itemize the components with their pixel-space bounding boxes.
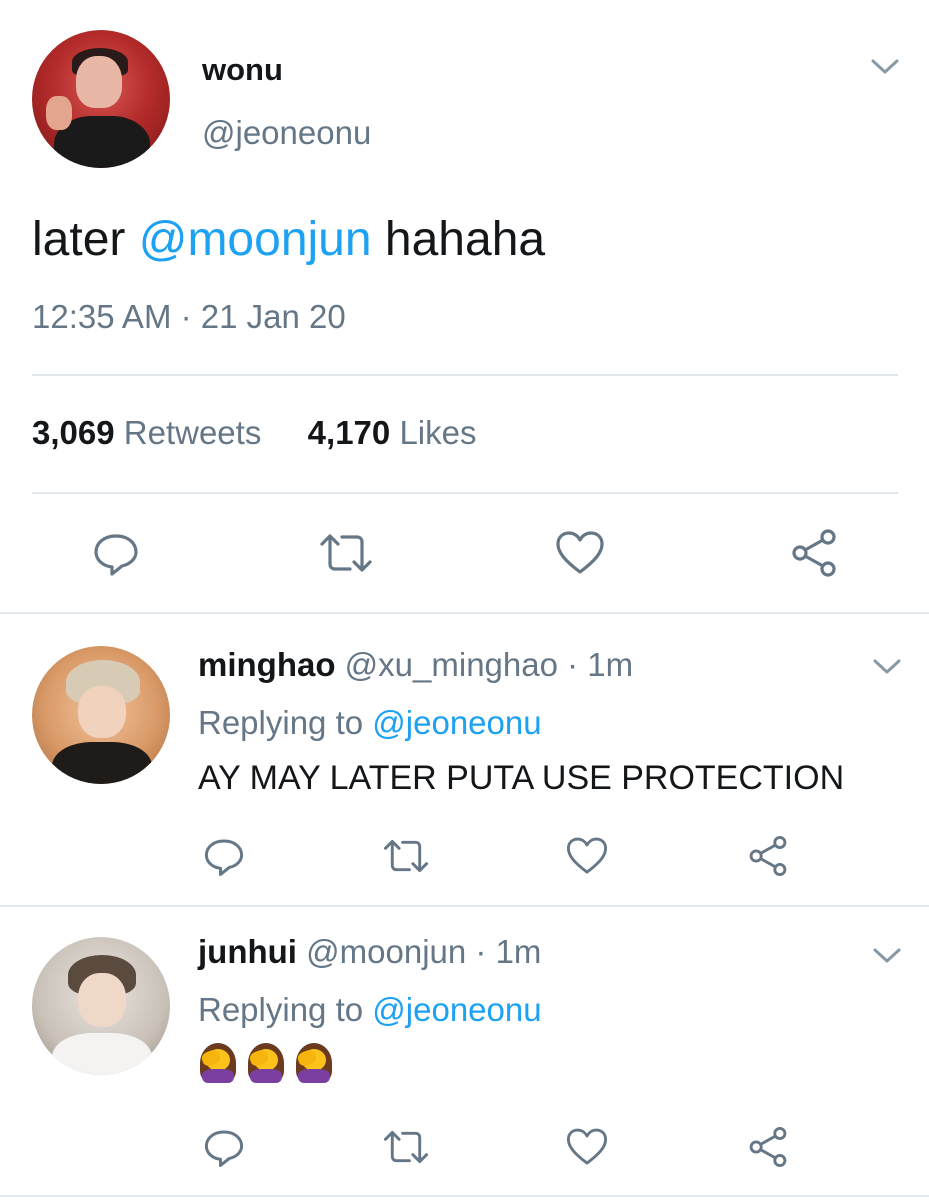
replying-to-handle[interactable]: @jeoneonu	[372, 991, 541, 1028]
retweet-icon	[383, 839, 429, 873]
chevron-down-icon[interactable]	[872, 658, 902, 676]
author-avatar[interactable]	[32, 30, 170, 168]
like-button[interactable]	[552, 525, 608, 581]
replying-to-handle[interactable]: @jeoneonu	[372, 704, 541, 741]
tweet-detail-page: wonu @jeoneonu later @moonjun hahaha 12:…	[0, 0, 929, 1200]
divider	[0, 1195, 929, 1197]
reply-author-handle[interactable]: @moonjun	[306, 933, 466, 970]
reply-button[interactable]	[200, 832, 248, 880]
share-button[interactable]	[744, 832, 792, 880]
replying-to: Replying to @jeoneonu	[198, 991, 542, 1029]
like-count[interactable]: 4,170	[308, 414, 391, 451]
heart-icon	[566, 1128, 608, 1165]
reply-icon	[94, 534, 138, 576]
reply-author-handle[interactable]: @xu_minghao	[345, 646, 558, 683]
retweet-icon	[320, 534, 372, 572]
share-icon	[749, 1126, 787, 1168]
tweet-text-before: later	[32, 213, 139, 266]
woman-facepalming-icon	[246, 1043, 286, 1083]
retweet-button[interactable]	[382, 832, 430, 880]
replying-to: Replying to @jeoneonu	[198, 704, 542, 742]
reply-icon	[204, 839, 244, 876]
divider	[32, 374, 898, 376]
retweet-button[interactable]	[382, 1123, 430, 1171]
tweet-stats: 3,069 Retweets 4,170 Likes	[32, 414, 476, 452]
tweet-action-bar	[0, 520, 929, 586]
reply-author-avatar[interactable]	[32, 937, 170, 1075]
reply-tweet[interactable]: minghao @xu_minghao · 1m Replying to @je…	[0, 614, 929, 904]
reply-action-bar	[0, 1119, 929, 1175]
like-button[interactable]	[563, 1123, 611, 1171]
divider	[32, 492, 898, 494]
retweet-icon	[383, 1130, 429, 1164]
share-button[interactable]	[786, 525, 842, 581]
reply-tweet[interactable]: junhui @moonjun · 1m Replying to @jeoneo…	[0, 907, 929, 1195]
retweet-count[interactable]: 3,069	[32, 414, 115, 451]
share-icon	[792, 529, 836, 577]
tweet-text-after: hahaha	[371, 213, 546, 266]
reply-icon	[204, 1130, 244, 1167]
tweet-text: later @moonjun hahaha	[32, 212, 545, 267]
chevron-down-icon[interactable]	[872, 947, 902, 965]
chevron-down-icon[interactable]	[870, 58, 900, 76]
retweet-label[interactable]: Retweets	[124, 414, 262, 451]
reply-time: · 1m	[567, 646, 634, 683]
reply-author-name[interactable]: junhui	[198, 933, 297, 970]
heart-icon	[556, 531, 604, 574]
author-handle[interactable]: @jeoneonu	[202, 114, 371, 152]
share-icon	[749, 835, 787, 877]
reply-time: · 1m	[475, 933, 542, 970]
reply-text: AY MAY LATER PUTA USE PROTECTION	[198, 759, 845, 797]
reply-author-avatar[interactable]	[32, 646, 170, 784]
woman-facepalming-icon	[294, 1043, 334, 1083]
replying-to-label: Replying to	[198, 704, 364, 741]
reply-header: junhui @moonjun · 1m	[198, 933, 541, 971]
reply-header: minghao @xu_minghao · 1m	[198, 646, 633, 684]
reply-author-name[interactable]: minghao	[198, 646, 336, 683]
reply-emoji-row	[198, 1043, 334, 1083]
woman-facepalming-icon	[198, 1043, 238, 1083]
reply-button[interactable]	[200, 1123, 248, 1171]
share-button[interactable]	[744, 1123, 792, 1171]
reply-action-bar	[0, 828, 929, 884]
tweet-timestamp[interactable]: 12:35 AM · 21 Jan 20	[32, 298, 346, 336]
retweet-button[interactable]	[318, 525, 374, 581]
heart-icon	[566, 837, 608, 874]
like-label[interactable]: Likes	[399, 414, 476, 451]
replying-to-label: Replying to	[198, 991, 364, 1028]
tweet-mention-link[interactable]: @moonjun	[139, 213, 372, 266]
like-button[interactable]	[563, 832, 611, 880]
author-name[interactable]: wonu	[202, 52, 283, 88]
reply-button[interactable]	[88, 525, 144, 581]
